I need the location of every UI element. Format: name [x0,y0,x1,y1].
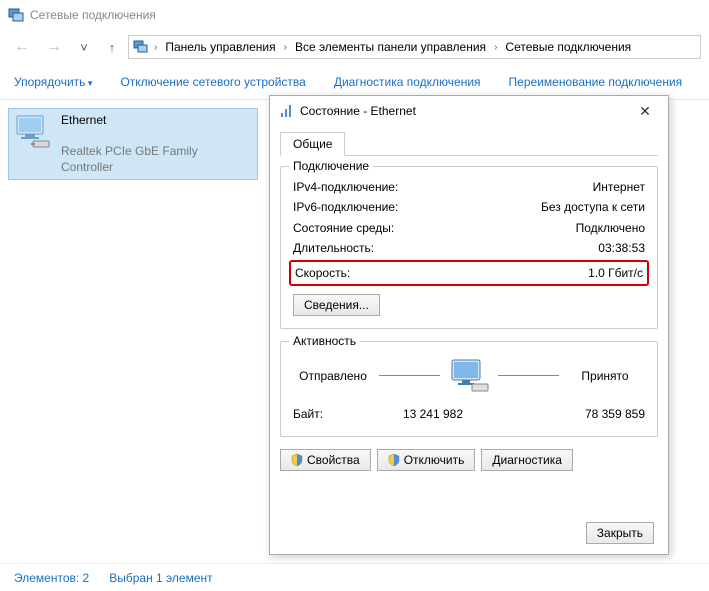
speed-row: Скорость: 1.0 Гбит/с [291,263,647,283]
close-button[interactable]: Закрыть [586,522,654,544]
breadcrumb-sep: › [281,42,290,53]
activity-line [498,375,559,376]
ipv4-label: IPv4-подключение: [293,177,398,197]
media-value: Подключено [576,218,645,238]
received-label: Принято [565,369,645,383]
connection-group: Подключение IPv4-подключение: Интернет I… [280,166,658,329]
connection-group-label: Подключение [289,159,373,173]
back-button[interactable]: ← [8,33,36,61]
activity-header: Отправлено Принято [293,352,645,396]
ipv4-row: IPv4-подключение: Интернет [293,177,645,197]
monitor-icon [446,358,492,394]
dialog-title: Состояние - Ethernet [300,104,624,118]
tab-general[interactable]: Общие [280,132,345,156]
breadcrumb-control-panel[interactable]: Панель управления [162,38,278,56]
diagnose-button[interactable]: Диагностика подключения [334,75,481,89]
disable-button[interactable]: Отключить [377,449,476,471]
connection-name: Ethernet [61,113,253,129]
media-row: Состояние среды: Подключено [293,218,645,238]
properties-button[interactable]: Свойства [280,449,371,471]
breadcrumb-network-connections[interactable]: Сетевые подключения [502,38,634,56]
shield-icon [388,454,400,466]
forward-button[interactable]: → [40,33,68,61]
duration-value: 03:38:53 [598,238,645,258]
status-bar: Элементов: 2 Выбран 1 элемент [0,563,709,591]
connection-item-ethernet[interactable]: Ethernet Realtek PCIe GbE Family Control… [8,108,258,180]
connection-text: Ethernet Realtek PCIe GbE Family Control… [61,113,253,175]
shield-icon [291,454,303,466]
sent-label: Отправлено [293,369,373,383]
connection-status [61,129,253,145]
speed-label: Скорость: [295,263,350,283]
connection-adapter: Realtek PCIe GbE Family Controller [61,144,253,175]
ethernet-icon [13,113,53,151]
signal-icon [278,103,294,119]
disable-device-button[interactable]: Отключение сетевого устройства [120,75,305,89]
window-title-bar: Сетевые подключения [0,0,709,30]
network-icon-small [133,39,149,55]
ipv6-label: IPv6-подключение: [293,197,398,217]
action-buttons: Свойства Отключить Диагностика [280,449,658,471]
media-label: Состояние среды: [293,218,394,238]
speed-highlight: Скорость: 1.0 Гбит/с [289,260,649,286]
diagnose-button[interactable]: Диагностика [481,449,573,471]
dialog-title-bar: Состояние - Ethernet ✕ [270,96,668,126]
breadcrumb-all-items[interactable]: Все элементы панели управления [292,38,489,56]
nav-row: ← → ˅ ↑ › Панель управления › Все элемен… [0,30,709,64]
rename-button[interactable]: Переименование подключения [509,75,683,89]
selection-count: Выбран 1 элемент [109,571,212,585]
bytes-row: Байт: 13 241 982 78 359 859 [293,404,645,424]
activity-group-label: Активность [289,334,360,348]
bytes-label: Байт: [293,404,353,424]
dialog-body: Общие Подключение IPv4-подключение: Инте… [270,126,668,481]
speed-value: 1.0 Гбит/с [588,263,643,283]
bytes-recv: 78 359 859 [535,404,645,424]
duration-row: Длительность: 03:38:53 [293,238,645,258]
activity-line [379,375,440,376]
up-button[interactable]: ˅ [72,35,96,59]
breadcrumb-sep: › [491,42,500,53]
organize-button[interactable]: Упорядочить [14,75,92,89]
activity-group: Активность Отправлено Принято Ба [280,341,658,437]
network-icon [8,7,24,23]
dialog-footer: Закрыть [586,522,654,544]
tab-strip: Общие [280,132,658,156]
status-dialog: Состояние - Ethernet ✕ Общие Подключение… [269,95,669,555]
address-bar[interactable]: › Панель управления › Все элементы панел… [128,35,701,59]
duration-label: Длительность: [293,238,374,258]
details-button[interactable]: Сведения... [293,294,380,316]
up-folder-button[interactable]: ↑ [100,35,124,59]
bytes-sent: 13 241 982 [353,404,463,424]
breadcrumb-sep: › [151,42,160,53]
ipv4-value: Интернет [593,177,645,197]
ipv6-row: IPv6-подключение: Без доступа к сети [293,197,645,217]
window-title: Сетевые подключения [30,8,156,22]
item-count: Элементов: 2 [14,571,89,585]
ipv6-value: Без доступа к сети [541,197,645,217]
close-icon[interactable]: ✕ [630,99,660,123]
